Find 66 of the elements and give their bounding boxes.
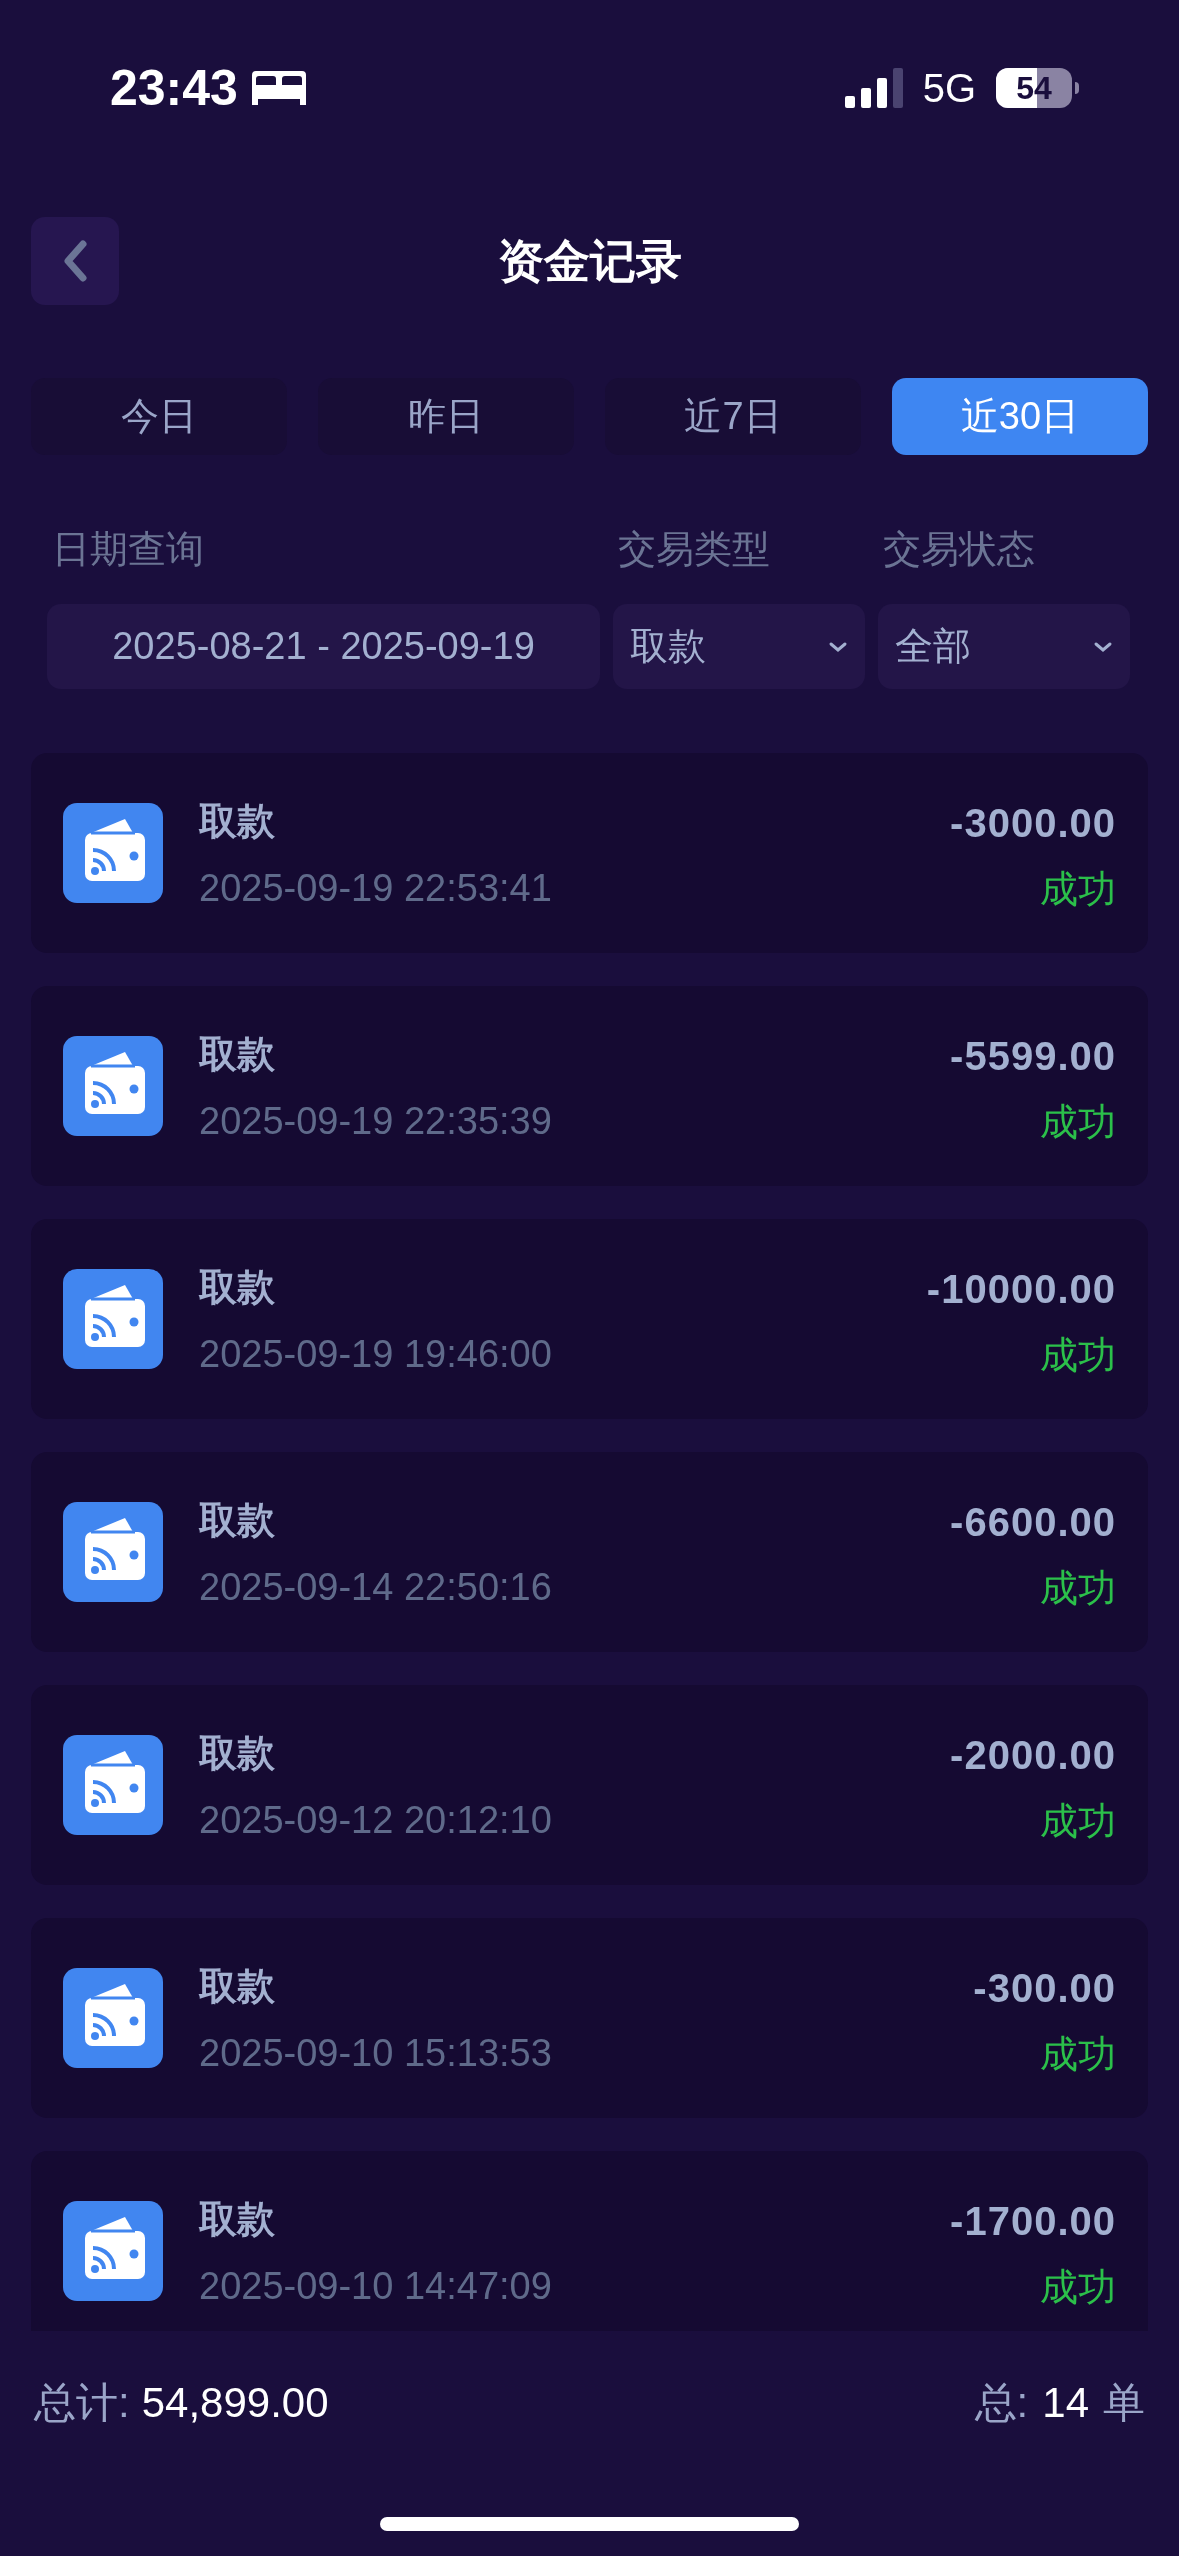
record-amount: -5599.00 [950,1033,1116,1080]
record-type: 取款 [199,1498,276,1543]
period-tab[interactable]: 近7日 [605,378,861,455]
record-status: 成功 [1040,867,1116,912]
record-card[interactable]: 取款 2025-09-19 22:53:41 -3000.00 成功 [31,753,1148,953]
record-time: 2025-09-19 22:35:39 [199,1099,553,1144]
record-card[interactable]: 取款 2025-09-12 20:12:10 -2000.00 成功 [31,1685,1148,1885]
network-label: 5G [922,65,976,112]
record-time: 2025-09-14 22:50:16 [199,1565,553,1610]
bed-icon [251,71,306,105]
record-type: 取款 [199,1265,276,1310]
record-type: 取款 [199,1964,276,2009]
count-label: 总: [974,2378,1029,2428]
record-amount: -1700.00 [950,2198,1116,2245]
record-type: 取款 [199,799,276,844]
record-amount: -300.00 [973,1965,1116,2012]
status-time: 23:43 [110,58,238,118]
record-status: 成功 [1040,2265,1116,2310]
record-card[interactable]: 取款 2025-09-19 22:35:39 -5599.00 成功 [31,986,1148,1186]
record-time: 2025-09-12 20:12:10 [199,1798,553,1843]
dropdown-field[interactable]: 取款 [613,604,865,689]
period-tab[interactable]: 今日 [31,378,287,455]
record-amount: -6600.00 [950,1499,1116,1546]
period-tab[interactable]: 昨日 [318,378,574,455]
record-status: 成功 [1040,1566,1116,1611]
record-amount: -2000.00 [950,1732,1116,1779]
wallet-icon [63,1502,163,1602]
filter-label: 日期查询 [51,527,205,572]
record-status: 成功 [1040,2032,1116,2077]
wallet-icon [63,1269,163,1369]
chevron-down-icon [828,640,848,653]
record-time: 2025-09-10 14:47:09 [199,2264,553,2309]
wallet-icon [63,803,163,903]
filter-label: 交易类型 [617,527,771,572]
record-type: 取款 [199,2197,276,2242]
wallet-icon [63,1735,163,1835]
record-card[interactable]: 取款 2025-09-14 22:50:16 -6600.00 成功 [31,1452,1148,1652]
wallet-icon [63,1968,163,2068]
record-amount: -3000.00 [950,800,1116,847]
record-card[interactable]: 取款 2025-09-10 14:47:09 -1700.00 成功 [31,2151,1148,2331]
period-tab[interactable]: 近30日 [892,378,1148,455]
chevron-down-icon [1093,640,1113,653]
back-icon [63,240,87,282]
record-time: 2025-09-19 19:46:00 [199,1332,553,1377]
count-unit: 单 [1103,2378,1145,2428]
filter-label: 交易状态 [882,527,1036,572]
record-status: 成功 [1040,1100,1116,1145]
record-amount: -10000.00 [926,1266,1116,1313]
record-status: 成功 [1040,1799,1116,1844]
date-range-field[interactable]: 2025-08-21 - 2025-09-19 [47,604,600,689]
count-value: 14 [1042,2378,1089,2428]
record-card[interactable]: 取款 2025-09-19 19:46:00 -10000.00 成功 [31,1219,1148,1419]
record-card[interactable]: 取款 2025-09-10 15:13:53 -300.00 成功 [31,1918,1148,2118]
record-status: 成功 [1040,1333,1116,1378]
record-time: 2025-09-19 22:53:41 [199,866,553,911]
page-title: 资金记录 [496,233,683,289]
back-button[interactable] [31,217,119,305]
total-amount: 54,899.00 [141,2378,329,2428]
total-label: 总计: [34,2378,130,2428]
record-type: 取款 [199,1731,276,1776]
record-type: 取款 [199,1032,276,1077]
wallet-icon [63,2201,163,2301]
dropdown-field[interactable]: 全部 [878,604,1130,689]
signal-icon [844,68,903,108]
record-time: 2025-09-10 15:13:53 [199,2031,553,2076]
wallet-icon [63,1036,163,1136]
